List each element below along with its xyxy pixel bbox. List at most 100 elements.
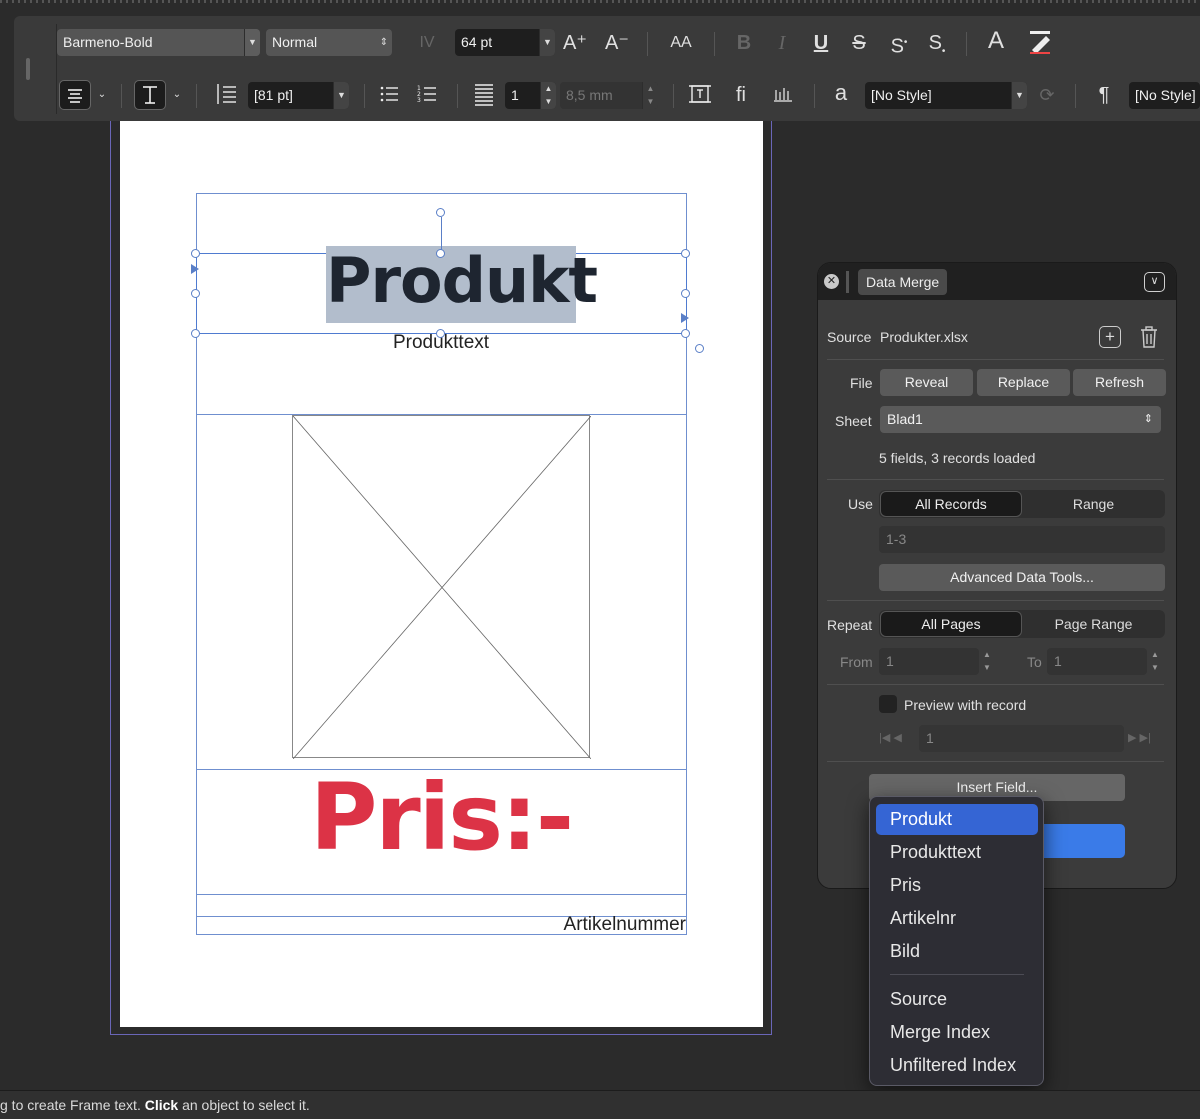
- from-input[interactable]: 1: [879, 648, 979, 675]
- vertical-align-top-icon[interactable]: [134, 80, 166, 110]
- to-input[interactable]: 1: [1047, 648, 1147, 675]
- strikethrough-icon[interactable]: S: [847, 28, 871, 58]
- range-option[interactable]: Range: [1022, 491, 1165, 517]
- grow-font-icon[interactable]: A⁺: [562, 28, 588, 58]
- panel-grip[interactable]: [846, 271, 849, 293]
- chevron-down-icon[interactable]: ▼: [244, 29, 260, 56]
- stepper-icon[interactable]: ▲ ▼: [1149, 648, 1161, 675]
- chevron-down-icon[interactable]: ▼: [539, 29, 555, 56]
- price-merge-field[interactable]: Pris:-: [196, 764, 686, 871]
- records-status: 5 fields, 3 records loaded: [879, 450, 1036, 466]
- superscript-glyph: S: [890, 35, 904, 58]
- toolbar-grip[interactable]: [26, 58, 30, 80]
- text-flow-handle[interactable]: [695, 344, 704, 353]
- superscript-icon[interactable]: S•: [886, 28, 912, 58]
- all-pages-option[interactable]: All Pages: [880, 611, 1022, 637]
- resize-handle[interactable]: [191, 249, 200, 258]
- resize-handle[interactable]: [191, 329, 200, 338]
- page-range-option[interactable]: Page Range: [1022, 611, 1165, 637]
- italic-icon[interactable]: I: [770, 28, 794, 58]
- to-label: To: [1027, 654, 1042, 670]
- all-records-option[interactable]: All Records: [880, 491, 1022, 517]
- font-family-select[interactable]: Barmeno-Bold ▼: [57, 29, 260, 56]
- toolbar-divider: [647, 32, 648, 56]
- menu-item-produkttext[interactable]: Produkttext: [876, 837, 1038, 868]
- text-color-icon[interactable]: A: [983, 26, 1009, 56]
- stepper-icon[interactable]: ▲ ▼: [642, 82, 658, 109]
- bullet-list-icon[interactable]: [376, 80, 402, 110]
- preview-checkbox[interactable]: [879, 695, 897, 713]
- leading-icon: [212, 80, 240, 110]
- updown-icon[interactable]: ⇕: [376, 29, 392, 56]
- refresh-style-icon[interactable]: ⟳: [1034, 80, 1060, 110]
- resize-handle[interactable]: [681, 289, 690, 298]
- stepper-icon[interactable]: ▲ ▼: [540, 82, 556, 109]
- gutter-field[interactable]: 8,5 mm ▲ ▼: [560, 82, 658, 109]
- font-size-field[interactable]: 64 pt ▼: [455, 29, 555, 56]
- baseline-grid-icon[interactable]: [769, 80, 797, 110]
- ligature-icon[interactable]: fi: [727, 80, 755, 110]
- menu-item-merge-index[interactable]: Merge Index: [876, 1017, 1038, 1048]
- shrink-font-icon[interactable]: A⁻: [604, 28, 630, 58]
- character-style-select[interactable]: [No Style] ▼: [865, 82, 1027, 109]
- resize-handle[interactable]: [436, 249, 445, 258]
- subscript-icon[interactable]: S•: [924, 28, 950, 58]
- underline-icon[interactable]: U: [809, 28, 833, 58]
- all-caps-icon[interactable]: AA: [667, 28, 695, 58]
- close-icon[interactable]: ✕: [824, 274, 839, 289]
- resize-handle[interactable]: [681, 249, 690, 258]
- numbered-list-icon[interactable]: 123: [414, 80, 440, 110]
- font-style-select[interactable]: Normal ⇕: [266, 29, 392, 56]
- title-merge-field[interactable]: Produkt: [326, 244, 598, 317]
- toolbar-divider: [673, 84, 674, 108]
- align-center-icon[interactable]: [59, 80, 91, 110]
- menu-item-source[interactable]: Source: [876, 984, 1038, 1015]
- data-merge-panel: ✕ Data Merge ∨ Source Produkter.xlsx + F…: [817, 262, 1177, 889]
- menu-item-pris[interactable]: Pris: [876, 870, 1038, 901]
- repeat-label: Repeat: [827, 617, 873, 633]
- range-input[interactable]: 1-3: [879, 526, 1165, 553]
- columns-icon: [471, 80, 497, 110]
- svg-text:3: 3: [417, 97, 421, 104]
- menu-item-artikelnr[interactable]: Artikelnr: [876, 903, 1038, 934]
- rotation-handle[interactable]: [436, 208, 445, 217]
- panel-separator: [827, 359, 1164, 360]
- leading-field[interactable]: [81 pt] ▼: [248, 82, 349, 109]
- rotation-handle-stem: [441, 217, 442, 253]
- menu-item-produkt[interactable]: Produkt: [876, 804, 1038, 835]
- subscript-glyph: S: [928, 32, 942, 54]
- tracking-icon[interactable]: IV: [412, 28, 442, 58]
- text-frame-icon[interactable]: [686, 80, 714, 110]
- top-dotted-edge: [0, 0, 1200, 3]
- resize-handle[interactable]: [436, 329, 445, 338]
- resize-handle[interactable]: [681, 329, 690, 338]
- advanced-data-tools-button[interactable]: Advanced Data Tools...: [879, 564, 1165, 591]
- next-last-record-icon[interactable]: ▶ ▶|: [1128, 725, 1168, 752]
- chevron-down-icon[interactable]: ⌄: [96, 80, 108, 110]
- sheet-select[interactable]: Blad1 ⇕: [880, 406, 1161, 433]
- menu-item-unfiltered-index[interactable]: Unfiltered Index: [876, 1050, 1038, 1081]
- highlight-eraser-icon[interactable]: [1025, 28, 1055, 58]
- chevron-down-icon[interactable]: ⌄: [171, 80, 183, 110]
- paragraph-style-select[interactable]: [No Style]: [1129, 82, 1200, 109]
- chevron-down-icon[interactable]: ▼: [1011, 82, 1027, 109]
- preview-record-input[interactable]: 1: [919, 725, 1124, 752]
- panel-separator: [827, 479, 1164, 480]
- collapse-icon[interactable]: ∨: [1144, 272, 1165, 292]
- resize-handle[interactable]: [191, 289, 200, 298]
- bold-icon[interactable]: B: [732, 28, 756, 58]
- replace-button[interactable]: Replace: [977, 369, 1070, 396]
- image-placeholder[interactable]: [292, 415, 592, 760]
- article-number-merge-field[interactable]: Artikelnummer: [420, 914, 686, 936]
- reveal-button[interactable]: Reveal: [880, 369, 973, 396]
- status-prefix: g to create Frame text.: [0, 1097, 145, 1113]
- chevron-down-icon[interactable]: ▼: [333, 82, 349, 109]
- panel-tab-data-merge[interactable]: Data Merge: [858, 269, 948, 295]
- add-source-icon[interactable]: +: [1099, 326, 1121, 348]
- trash-icon[interactable]: [1139, 325, 1159, 349]
- columns-field[interactable]: 1 ▲ ▼: [505, 82, 556, 109]
- stepper-icon[interactable]: ▲ ▼: [981, 648, 993, 675]
- refresh-button[interactable]: Refresh: [1073, 369, 1166, 396]
- first-previous-record-icon[interactable]: |◀ ◀: [879, 725, 919, 752]
- menu-item-bild[interactable]: Bild: [876, 936, 1038, 967]
